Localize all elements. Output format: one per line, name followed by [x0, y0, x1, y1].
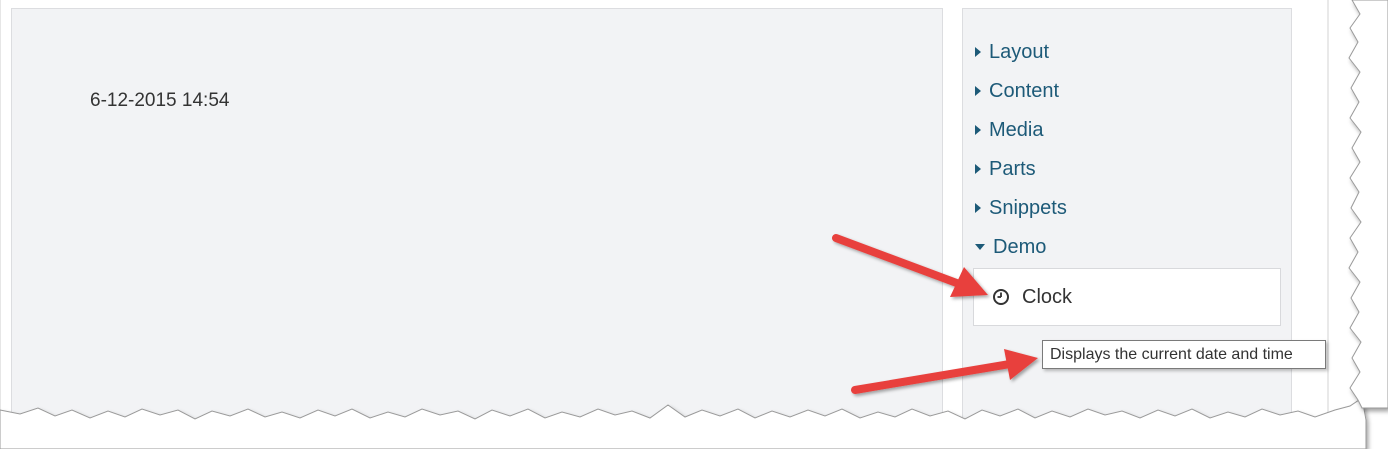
torn-edge-right — [1348, 0, 1388, 409]
annotation-overlay — [0, 0, 1388, 449]
arrow-to-tooltip — [851, 349, 1038, 394]
arrow-to-clock-item — [832, 234, 988, 297]
torn-edge-bottom — [0, 397, 1367, 449]
